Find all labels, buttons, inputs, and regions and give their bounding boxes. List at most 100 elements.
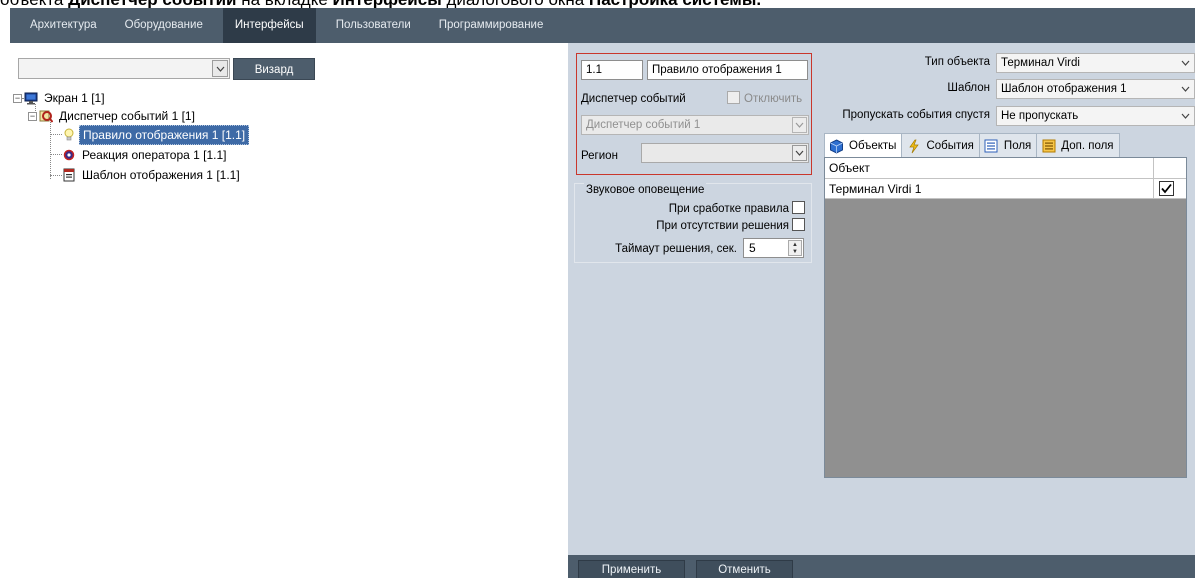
timeout-value: 5 [749, 241, 756, 255]
operator-reaction-icon [62, 148, 76, 162]
collapse-icon[interactable]: − [28, 111, 37, 121]
template-select[interactable]: Шаблон отображения 1 [996, 79, 1195, 99]
tab-programming[interactable]: Программирование [425, 8, 558, 43]
caption-text: объекта [0, 0, 68, 8]
caption-text: на вкладке [236, 0, 332, 8]
tree-item-display-rule[interactable]: Правило отображения 1 [1.1] [62, 125, 250, 145]
object-type-combo[interactable] [18, 58, 230, 79]
list-icon [984, 139, 999, 154]
tab-equipment[interactable]: Оборудование [111, 8, 217, 43]
on-rule-label: При сработке правила [668, 203, 789, 215]
caption-bold: Настройка системы. [589, 0, 761, 8]
object-type-label: Тип объекта [924, 56, 990, 68]
document-caption: объекта Диспетчер событий на вкладке Инт… [0, 0, 1195, 8]
wizard-button[interactable]: Визард [233, 58, 315, 80]
timeout-label: Таймаут решения, сек. [615, 243, 737, 255]
tab-label: Поля [1003, 139, 1032, 152]
caption-text: диалогового окна [442, 0, 589, 8]
highlighted-settings-box: 1.1 Правило отображения 1 Диспетчер собы… [576, 53, 812, 175]
tree-item-label: Диспетчер событий 1 [1] [59, 109, 195, 123]
lightning-icon [906, 139, 921, 154]
column-divider [1153, 158, 1154, 178]
collapse-icon[interactable]: − [13, 93, 22, 103]
cube-icon [829, 139, 844, 154]
dispatcher-combo-value: Диспетчер событий 1 [586, 119, 701, 131]
region-combo[interactable] [641, 143, 809, 163]
on-no-decision-label: При отсутствии решения [656, 220, 789, 232]
bottom-action-bar: Применить Отменить [568, 555, 1195, 578]
tree-connector [50, 134, 62, 135]
tree-item-label: Шаблон отображения 1 [1.1] [82, 168, 240, 182]
caption-bold: Диспетчер событий [68, 0, 236, 8]
cancel-button[interactable]: Отменить [696, 560, 793, 578]
lightbulb-icon [62, 128, 76, 142]
name-field[interactable]: Правило отображения 1 [647, 60, 808, 80]
chevron-down-icon [1181, 60, 1190, 66]
object-type-select[interactable]: Терминал Virdi [996, 53, 1195, 73]
caption-bold: Интерфейсы [333, 0, 442, 8]
on-no-decision-checkbox[interactable] [792, 218, 805, 231]
template-label: Шаблон [947, 82, 990, 94]
tree-item-label: Экран 1 [1] [44, 91, 105, 105]
tree-connector [50, 154, 62, 155]
arrow-down-icon[interactable]: ▼ [789, 248, 801, 255]
tree-item-label: Правило отображения 1 [1.1] [79, 125, 250, 145]
event-dispatcher-icon [39, 109, 53, 123]
chevron-down-icon[interactable] [792, 117, 807, 133]
top-tab-bar: Архитектура Оборудование Интерфейсы Поль… [10, 8, 1195, 43]
stepper-buttons[interactable]: ▲ ▼ [788, 240, 802, 256]
tree-item-event-dispatcher[interactable]: − Диспетчер событий 1 [1] [28, 107, 198, 125]
tree-connector [50, 122, 51, 179]
template-value: Шаблон отображения 1 [1001, 83, 1127, 95]
rule-settings-pane: 1.1 Правило отображения 1 Диспетчер собы… [568, 43, 818, 555]
chevron-down-icon[interactable] [212, 60, 228, 77]
objects-grid: Объект Терминал Virdi 1 [824, 157, 1187, 478]
table-row[interactable]: Терминал Virdi 1 [825, 179, 1186, 199]
grid-header: Объект [825, 158, 1186, 179]
sound-notification-group: Звуковое оповещение При сработке правила… [574, 183, 812, 263]
sound-group-title: Звуковое оповещение [584, 183, 707, 197]
tab-fields[interactable]: Поля [978, 133, 1038, 158]
timeout-stepper[interactable]: 5 ▲ ▼ [743, 238, 804, 258]
object-cell: Терминал Virdi 1 [829, 182, 922, 196]
skip-events-label: Пропускать события спустя [842, 109, 990, 121]
dispatcher-combo[interactable]: Диспетчер событий 1 [581, 115, 809, 135]
tab-label: Объекты [849, 140, 897, 152]
id-field[interactable]: 1.1 [581, 60, 643, 80]
apply-button[interactable]: Применить [578, 560, 685, 578]
column-divider [1153, 179, 1154, 198]
chevron-down-icon[interactable] [792, 145, 807, 161]
template-icon [62, 168, 76, 182]
tree-item-screen[interactable]: − Экран 1 [1] [13, 89, 108, 107]
tab-events[interactable]: События [901, 133, 980, 158]
tree-item-operator-reaction[interactable]: Реакция оператора 1 [1.1] [62, 146, 230, 164]
object-tree-pane: Визард − Экран 1 [1] − Диспетчер событий… [10, 43, 568, 578]
skip-events-select[interactable]: Не пропускать [996, 106, 1195, 126]
dispatcher-label: Диспетчер событий [581, 93, 686, 105]
binding-tabs: Объекты События Поля Доп. поля [824, 133, 1120, 159]
chevron-down-icon [1181, 86, 1190, 92]
list-orange-icon [1041, 139, 1056, 154]
tab-users[interactable]: Пользователи [322, 8, 425, 43]
chevron-down-icon [1181, 113, 1190, 119]
column-header-object[interactable]: Объект [825, 158, 1155, 178]
tree-item-display-template[interactable]: Шаблон отображения 1 [1.1] [62, 166, 243, 184]
tab-label: События [926, 139, 974, 152]
tab-label: Доп. поля [1061, 139, 1114, 152]
disable-checkbox[interactable] [727, 91, 740, 104]
tab-architecture[interactable]: Архитектура [10, 8, 111, 43]
tab-extra-fields[interactable]: Доп. поля [1036, 133, 1120, 158]
arrow-up-icon[interactable]: ▲ [789, 241, 801, 248]
object-enabled-checkbox[interactable] [1159, 181, 1174, 196]
object-binding-pane: Тип объекта Терминал Virdi Шаблон Шаблон… [818, 43, 1195, 555]
skip-events-value: Не пропускать [1001, 110, 1079, 122]
tab-interfaces[interactable]: Интерфейсы [222, 8, 316, 43]
checkmark-icon [1161, 183, 1172, 194]
tree-connector [50, 175, 62, 176]
tree-item-label: Реакция оператора 1 [1.1] [82, 148, 227, 162]
disable-label: Отключить [744, 93, 803, 105]
region-label: Регион [581, 150, 618, 162]
monitor-icon [24, 91, 38, 105]
on-rule-checkbox[interactable] [792, 201, 805, 214]
tab-objects[interactable]: Объекты [824, 133, 903, 159]
